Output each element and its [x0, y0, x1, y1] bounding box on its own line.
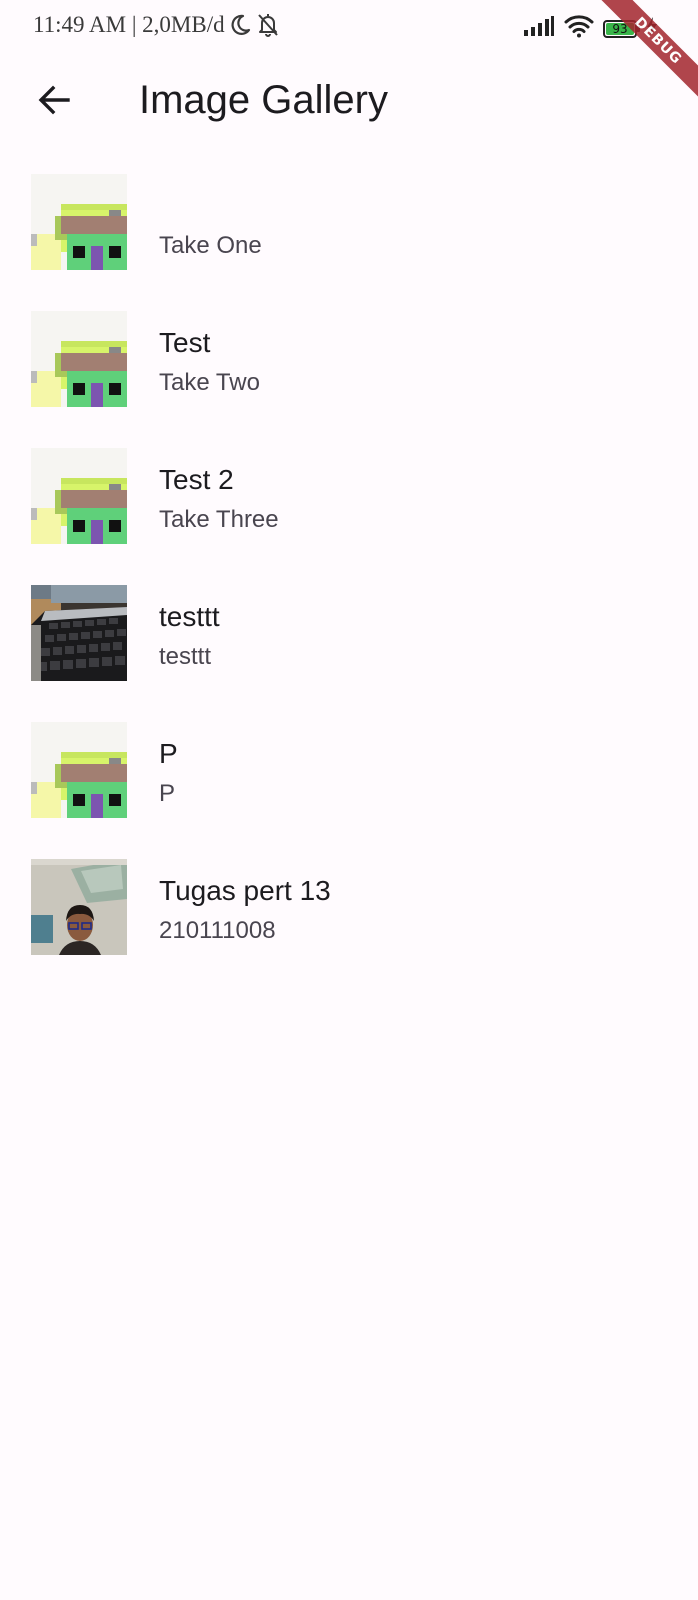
item-title: P — [159, 738, 178, 769]
back-button[interactable] — [30, 76, 78, 124]
gallery-item[interactable]: Test Take Two — [0, 311, 698, 448]
item-subtitle: 210111008 — [159, 917, 276, 944]
status-left: 11:49 AM | 2,0MB/d — [33, 12, 281, 38]
item-title: Test — [159, 327, 211, 358]
bell-off-icon — [255, 12, 281, 38]
item-title — [159, 186, 659, 226]
thumbnail-image — [31, 311, 127, 407]
gallery-item[interactable]: Test 2 Take Three — [0, 448, 698, 585]
item-text: P P — [159, 734, 659, 814]
thumbnail-image — [31, 174, 127, 270]
thumbnail-image — [31, 448, 127, 544]
item-text: Test Take Two — [159, 323, 659, 403]
charging-icon — [646, 16, 658, 41]
gallery-item[interactable]: testtt testtt — [0, 585, 698, 722]
app-bar: Image Gallery — [0, 56, 698, 144]
item-subtitle: Take Two — [159, 369, 260, 396]
status-bar: 11:49 AM | 2,0MB/d 93 — [0, 0, 698, 56]
item-title: Test 2 — [159, 464, 234, 495]
item-text: Tugas pert 13 210111008 — [159, 871, 659, 951]
item-text: testtt testtt — [159, 597, 659, 677]
item-title: Tugas pert 13 — [159, 875, 331, 906]
battery-icon: 93 — [603, 19, 640, 38]
item-text: Take One — [159, 186, 659, 266]
item-subtitle: Take One — [159, 232, 262, 259]
thumbnail-image — [31, 859, 127, 955]
status-time-info: 11:49 AM | 2,0MB/d — [33, 12, 225, 37]
thumbnail-image — [31, 722, 127, 818]
gallery-item[interactable]: Tugas pert 13 210111008 — [0, 859, 698, 996]
item-text: Test 2 Take Three — [159, 460, 659, 540]
status-right: 93 — [523, 14, 658, 43]
item-title: testtt — [159, 601, 220, 632]
arrow-back-icon — [38, 85, 70, 115]
item-subtitle: P — [159, 780, 176, 807]
item-subtitle: testtt — [159, 643, 212, 670]
gallery-list: Take One Test Take Two Test 2 Take Three… — [0, 174, 698, 996]
thumbnail-image — [31, 585, 127, 681]
moon-icon — [229, 13, 251, 37]
wifi-icon — [564, 14, 594, 43]
gallery-item[interactable]: Take One — [0, 174, 698, 311]
item-subtitle: Take Three — [159, 506, 279, 533]
gallery-item[interactable]: P P — [0, 722, 698, 859]
battery-level: 93 — [612, 21, 628, 36]
page-title: Image Gallery — [139, 78, 388, 122]
signal-icon — [523, 15, 555, 42]
